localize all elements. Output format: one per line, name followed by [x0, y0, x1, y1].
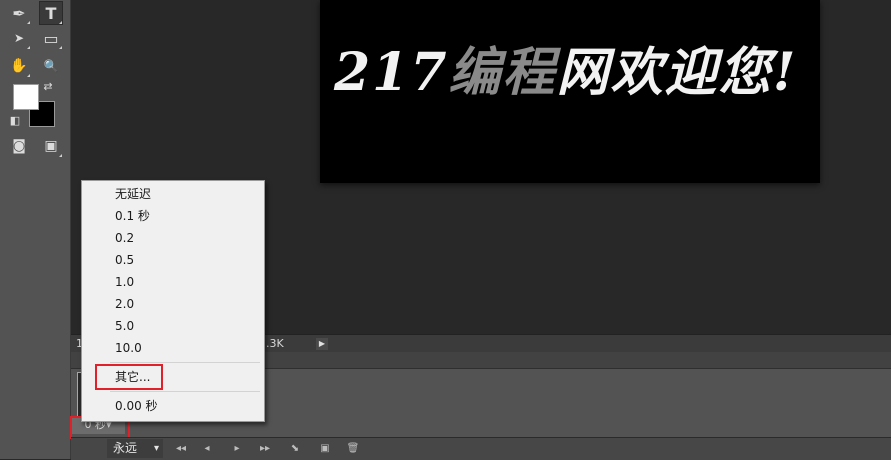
menu-separator — [110, 362, 260, 363]
default-colors-icon[interactable]: ◧ — [7, 112, 23, 128]
menu-item-0.1[interactable]: 0.1 秒 — [82, 205, 264, 227]
other-item-highlight — [95, 364, 163, 390]
menu-item-5.0[interactable]: 5.0 — [82, 315, 264, 337]
tools-panel: ✒ T ➤ ▭ ✋ 🔍 ⇄ ◧ ◙ ▣ — [0, 0, 71, 459]
animation-controls: 永远 ▾ ◂◂ ◂ ▸ ▸▸ ⬊ ▣ 🗑 — [71, 437, 891, 460]
screen-mode-icon[interactable]: ▣ — [40, 135, 62, 157]
previous-frame-icon[interactable]: ◂ — [197, 441, 217, 457]
document-canvas[interactable]: 217编程网欢迎您! — [320, 0, 820, 183]
tween-icon[interactable]: ⬊ — [285, 441, 305, 457]
next-frame-icon[interactable]: ▸▸ — [255, 441, 275, 457]
text-white-part-2: 网欢迎您! — [556, 42, 798, 103]
pen-icon[interactable]: ✒ — [8, 2, 30, 24]
text-gray-part: 编程 — [448, 42, 557, 103]
menu-item-1.0[interactable]: 1.0 — [82, 271, 264, 293]
quick-mask-icon[interactable]: ◙ — [8, 135, 30, 157]
text-white-part-1: 217 — [334, 42, 449, 103]
swap-colors-icon[interactable]: ⇄ — [40, 78, 56, 94]
loop-options-label: 永远 — [113, 441, 138, 455]
menu-item-0.2[interactable]: 0.2 — [82, 227, 264, 249]
menu-item-10.0[interactable]: 10.0 — [82, 337, 264, 359]
status-menu-arrow-icon[interactable]: ▶ — [316, 338, 328, 350]
menu-item-current-delay[interactable]: 0.00 秒 — [82, 395, 264, 417]
chevron-down-icon: ▾ — [153, 443, 159, 454]
menu-item-no-delay[interactable]: 无延迟 — [82, 183, 264, 205]
rectangle-icon[interactable]: ▭ — [40, 27, 62, 49]
first-frame-icon[interactable]: ◂◂ — [171, 441, 191, 457]
document-text-layer: 217编程网欢迎您! — [334, 30, 797, 105]
type-icon[interactable]: T — [39, 1, 63, 25]
play-icon[interactable]: ▸ — [227, 441, 247, 457]
hand-icon[interactable]: ✋ — [8, 55, 30, 77]
duplicate-frame-icon[interactable]: ▣ — [315, 441, 335, 457]
menu-item-2.0[interactable]: 2.0 — [82, 293, 264, 315]
loop-options-dropdown[interactable]: 永远 ▾ — [107, 439, 163, 458]
menu-item-0.5[interactable]: 0.5 — [82, 249, 264, 271]
menu-separator — [110, 391, 260, 392]
foreground-color-swatch[interactable] — [13, 84, 39, 110]
path-select-icon[interactable]: ➤ — [8, 27, 30, 49]
zoom-icon[interactable]: 🔍 — [40, 55, 62, 77]
delete-frame-icon[interactable]: 🗑 — [343, 441, 363, 457]
